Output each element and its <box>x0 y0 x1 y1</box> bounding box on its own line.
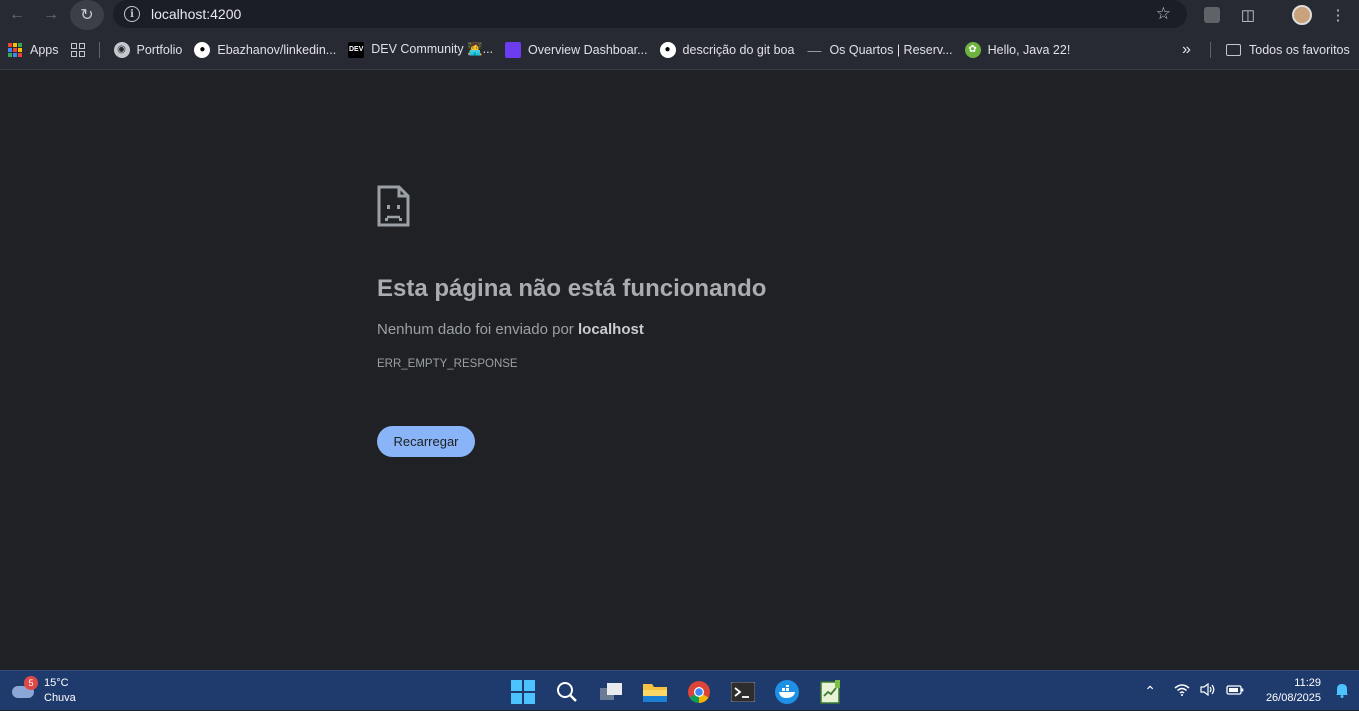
show-hidden-icons-chevron-icon[interactable]: ⌃ <box>1144 683 1156 700</box>
bookmark-label: DEV Community 👩‍💻... <box>371 42 494 56</box>
taskbar-apps <box>510 679 862 705</box>
bookmarks-separator <box>98 41 100 58</box>
url-text[interactable]: localhost:4200 <box>151 6 241 22</box>
site-info-icon[interactable]: i <box>124 6 140 22</box>
reload-page-button[interactable]: Recarregar <box>377 426 475 457</box>
all-bookmarks-button[interactable]: Todos os favoritos <box>1220 37 1356 63</box>
bookmark-label: Overview Dashboar... <box>528 42 648 57</box>
forward-button[interactable]: → <box>34 0 68 30</box>
menu-kebab-icon[interactable]: ⋮ <box>1326 3 1350 27</box>
bookmark-dev-community[interactable]: DEV DEV Community 👩‍💻... <box>342 37 499 63</box>
file-explorer-button[interactable] <box>642 679 668 705</box>
terminal-icon <box>731 682 755 702</box>
bookmarks-separator <box>1210 41 1211 58</box>
notification-bell-icon[interactable] <box>1335 682 1349 701</box>
start-button[interactable] <box>510 679 536 705</box>
weather-desc: Chuva <box>44 692 76 704</box>
description-text: Nenhum dado foi enviado por <box>377 321 578 338</box>
error-code: ERR_EMPTY_RESPONSE <box>377 358 518 370</box>
system-tray: ⌃ 11:29 26/08/2025 <box>1134 671 1349 711</box>
bookmark-label: Apps <box>30 42 59 57</box>
github-icon: ● <box>659 41 676 58</box>
windows-taskbar: 5 15°C Chuva ⌃ 11:29 26/08/2025 <box>0 670 1359 710</box>
back-button[interactable]: ← <box>0 0 34 30</box>
globe-icon: ◉ <box>113 41 130 58</box>
reload-button[interactable]: ↻ <box>70 0 104 30</box>
bookmark-label: descrição do git boa <box>682 42 795 57</box>
more-bookmarks-button[interactable]: » <box>1176 37 1197 63</box>
notification-badge: 5 <box>24 676 38 690</box>
search-button[interactable] <box>554 679 580 705</box>
volume-icon[interactable] <box>1200 682 1216 699</box>
bookmark-overview-dashboard[interactable]: Overview Dashboar... <box>499 37 654 63</box>
bookmark-label: Todos os favoritos <box>1249 42 1350 57</box>
error-description: Nenhum dado foi enviado por localhost <box>377 321 1077 338</box>
weather-temp: 15°C <box>44 677 69 689</box>
apps-grid-icon <box>8 42 22 57</box>
error-title: Esta página não está funcionando <box>377 275 767 302</box>
bookmark-hello-java[interactable]: ✿ Hello, Java 22! <box>959 37 1077 63</box>
bookmark-label: Hello, Java 22! <box>987 42 1071 57</box>
dev-icon: DEV <box>348 41 365 58</box>
chrome-button[interactable] <box>686 679 712 705</box>
bookmarks-bar: Apps ◉ Portfolio ● Ebazhanov/linkedin...… <box>0 30 1359 70</box>
bookmark-git[interactable]: ● descrição do git boa <box>654 37 801 63</box>
search-icon <box>557 682 577 702</box>
chrome-icon <box>688 681 710 703</box>
chevron-double-right-icon: » <box>1182 40 1191 58</box>
clock-time: 11:29 <box>1294 677 1321 689</box>
dashboard-icon <box>505 41 522 58</box>
address-bar[interactable]: i localhost:4200 ☆ <box>113 0 1187 28</box>
bookmark-label: Portfolio <box>136 42 183 57</box>
extension-icon[interactable] <box>1200 3 1224 27</box>
sad-page-icon <box>377 185 410 227</box>
hotel-icon: — <box>807 41 822 58</box>
task-view-icon <box>600 683 622 700</box>
bookmark-portfolio[interactable]: ◉ Portfolio <box>108 37 189 63</box>
bookmark-apps[interactable]: Apps <box>2 37 65 63</box>
notepad-icon <box>820 680 840 704</box>
tab-groups-button[interactable] <box>65 37 91 63</box>
grid-icon <box>70 42 85 57</box>
terminal-button[interactable] <box>730 679 756 705</box>
notepad-button[interactable] <box>818 679 844 705</box>
spring-leaf-icon: ✿ <box>964 41 981 58</box>
browser-toolbar: ← → ↻ i localhost:4200 ☆ ◫ ⋮ <box>0 0 1359 30</box>
folder-icon <box>643 684 667 702</box>
task-view-button[interactable] <box>598 679 624 705</box>
github-icon: ● <box>194 41 211 58</box>
extensions-puzzle-icon[interactable]: ◫ <box>1236 3 1260 27</box>
wifi-icon[interactable] <box>1174 683 1190 699</box>
bookmark-os-quartos[interactable]: — Os Quartos | Reserv... <box>800 37 958 63</box>
weather-widget[interactable]: 5 15°C Chuva <box>10 676 76 706</box>
clock-date: 26/08/2025 <box>1265 692 1321 704</box>
rain-cloud-icon: 5 <box>10 676 38 702</box>
windows-logo-icon <box>511 680 535 704</box>
description-host: localhost <box>577 321 644 338</box>
folder-icon <box>1226 43 1241 56</box>
battery-icon[interactable] <box>1226 684 1244 699</box>
docker-icon <box>775 680 799 704</box>
error-content: Esta página não está funcionando Nenhum … <box>377 185 1077 457</box>
bookmark-star-icon[interactable]: ☆ <box>1156 4 1171 24</box>
clock[interactable]: 11:29 26/08/2025 <box>1266 676 1321 706</box>
docker-button[interactable] <box>774 679 800 705</box>
bookmark-label: Os Quartos | Reserv... <box>829 42 953 57</box>
bookmark-label: Ebazhanov/linkedin... <box>217 42 337 57</box>
profile-avatar[interactable] <box>1290 3 1314 27</box>
bookmark-linkedin[interactable]: ● Ebazhanov/linkedin... <box>188 37 342 63</box>
